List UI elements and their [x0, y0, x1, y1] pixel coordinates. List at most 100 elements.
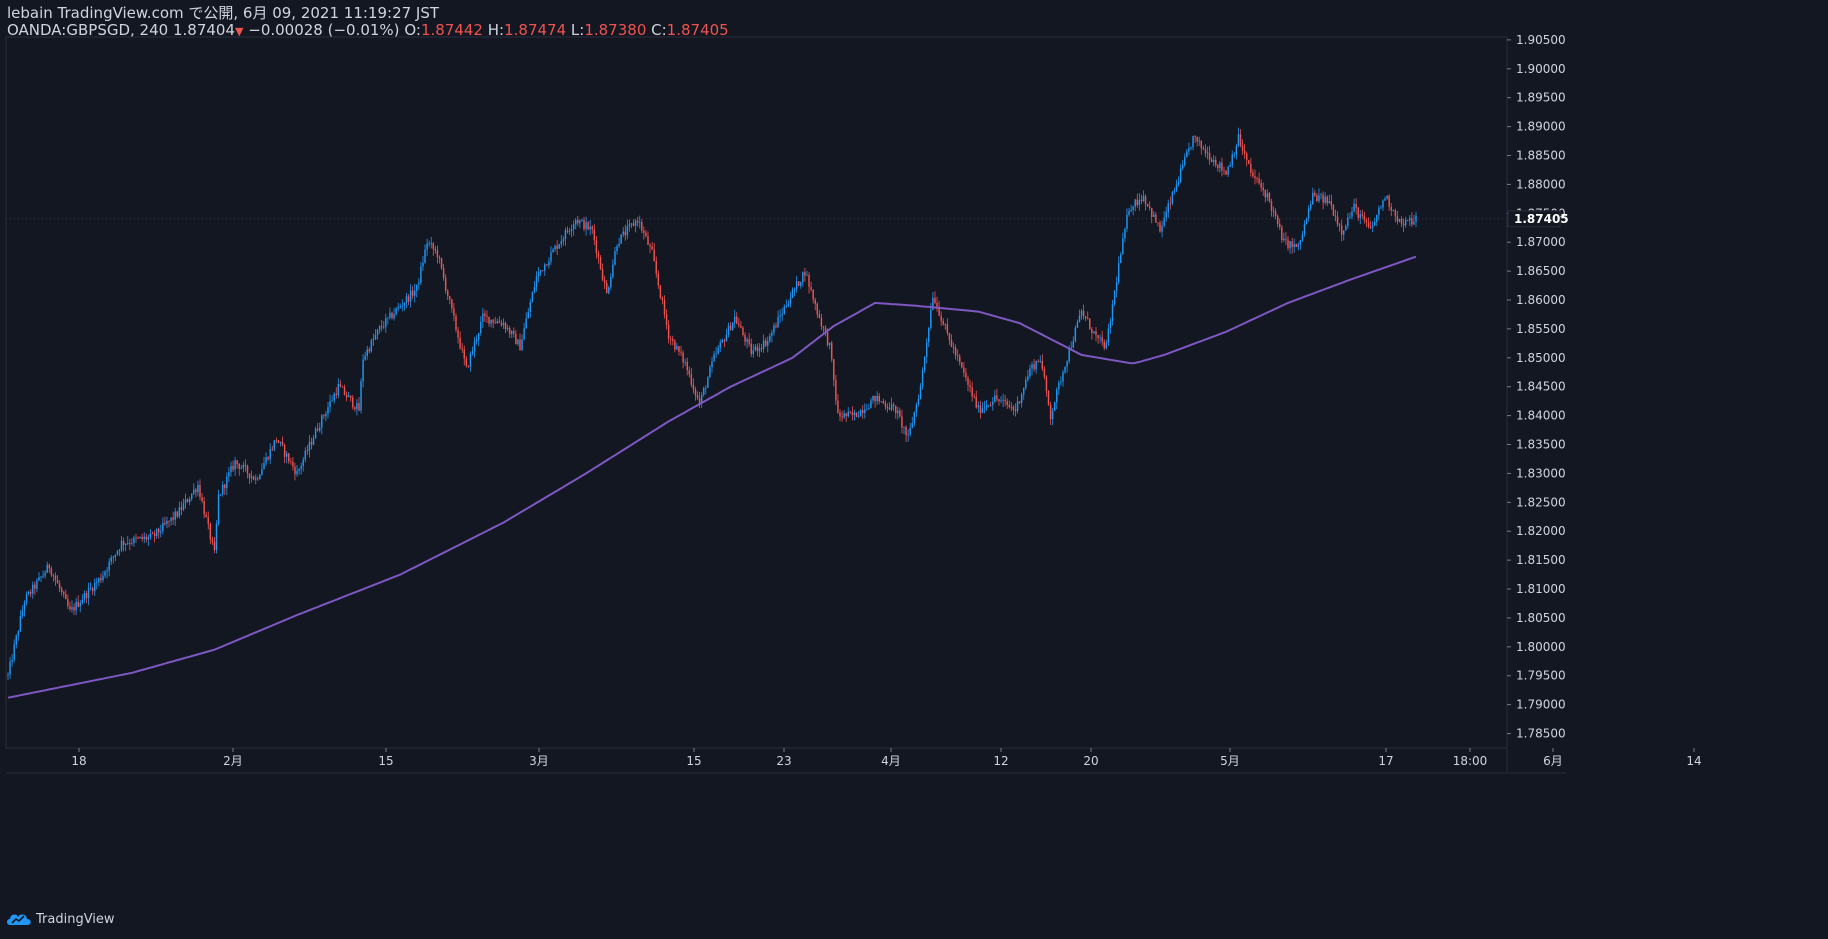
candle-body — [1171, 191, 1174, 204]
price-tick-label: 1.86500 — [1516, 264, 1566, 278]
candle-body — [649, 244, 651, 247]
candle-body — [812, 289, 814, 300]
candle-body — [1347, 217, 1349, 226]
candle-body — [1068, 348, 1070, 362]
candle-body — [473, 341, 476, 352]
candle-body — [1243, 150, 1246, 154]
candle-body — [950, 339, 953, 348]
price-chart[interactable]: 1.90500 1.90000 1.89500 1.89000 1.88500 1.880… — [0, 0, 1828, 939]
candle-body — [519, 339, 521, 351]
candle-body — [624, 231, 627, 236]
candle-body — [451, 299, 453, 309]
tradingview-logo[interactable]: TradingView — [6, 911, 115, 927]
candle-body — [1000, 400, 1002, 402]
candle-body — [787, 303, 790, 307]
candle-body — [279, 441, 282, 443]
candle-body — [583, 220, 585, 230]
candle-body — [1398, 219, 1401, 222]
time-tick-label: 17 — [1378, 754, 1393, 768]
candle-body — [515, 333, 517, 345]
candle-body — [203, 501, 205, 515]
candle-body — [742, 327, 744, 335]
candle-body — [160, 531, 162, 533]
candle-body — [1023, 388, 1025, 395]
candle-body — [240, 467, 243, 469]
candle-body — [1181, 165, 1184, 169]
candle-body — [1326, 196, 1328, 204]
candle-body — [67, 599, 69, 607]
candle-body — [1295, 243, 1297, 248]
candle-body — [857, 416, 860, 418]
candle-body — [221, 484, 224, 495]
candle-body — [1200, 140, 1203, 149]
candle-body — [1384, 198, 1386, 201]
candle-body — [1376, 214, 1378, 222]
candle-body — [1035, 361, 1037, 370]
candle-body — [370, 340, 373, 352]
candle-body — [244, 464, 247, 467]
candle-body — [645, 232, 647, 237]
candle-body — [686, 362, 688, 371]
candle-body — [659, 285, 662, 298]
candle-body — [810, 286, 812, 290]
candle-body — [674, 340, 676, 350]
candle-body — [1266, 193, 1269, 198]
candle-body — [292, 461, 294, 467]
candle-body — [1066, 361, 1068, 367]
candle-body — [808, 275, 810, 287]
price-tick-label: 1.83500 — [1516, 438, 1566, 452]
candle-body — [556, 245, 558, 249]
candle-body — [199, 485, 201, 498]
candle-body — [83, 593, 86, 601]
candle-body — [347, 395, 350, 398]
candle-body — [186, 499, 189, 502]
candle-body — [948, 332, 951, 340]
price-tick-label: 1.82500 — [1516, 495, 1566, 509]
candle-body — [923, 356, 926, 371]
candle-body — [1365, 220, 1368, 223]
candle-body — [1091, 329, 1093, 333]
candle-body — [162, 522, 164, 532]
candle-body — [1144, 196, 1147, 204]
time-tick-label: 14 — [1686, 754, 1701, 768]
candle-body — [1157, 222, 1159, 224]
candle-body — [1045, 376, 1048, 391]
candle-body — [122, 540, 125, 546]
candle-body — [944, 324, 947, 326]
candle-body — [1219, 162, 1221, 169]
candle-body — [34, 584, 36, 589]
candle-body — [1229, 165, 1231, 167]
candle-body — [769, 335, 771, 341]
candle-body — [368, 349, 371, 352]
candle-body — [899, 410, 901, 417]
candle-body — [1382, 200, 1384, 208]
candle-body — [919, 385, 922, 400]
candle-body — [1103, 341, 1105, 349]
candle-body — [1194, 136, 1196, 137]
candle-body — [32, 584, 34, 594]
candle-body — [581, 220, 583, 221]
candle-body — [1109, 320, 1112, 329]
candle-body — [1031, 364, 1033, 369]
candle-body — [457, 329, 459, 338]
candle-body — [570, 229, 573, 232]
candle-body — [643, 230, 645, 233]
candle-body — [1256, 178, 1258, 179]
candle-body — [13, 644, 15, 660]
candle-body — [969, 384, 971, 388]
candle-body — [1274, 211, 1277, 216]
candle-body — [1285, 238, 1287, 240]
candle-body — [1076, 322, 1079, 328]
candle-body — [329, 401, 331, 408]
candle-body — [575, 220, 577, 225]
candle-body — [296, 471, 298, 475]
candle-body — [1353, 203, 1355, 212]
candle-body — [684, 362, 686, 363]
candle-body — [1217, 165, 1219, 169]
candle-body — [907, 434, 909, 436]
candle-body — [682, 352, 684, 363]
candle-body — [800, 282, 802, 286]
candle-body — [1008, 404, 1011, 407]
candle-body — [874, 395, 876, 402]
candle-body — [40, 576, 42, 578]
